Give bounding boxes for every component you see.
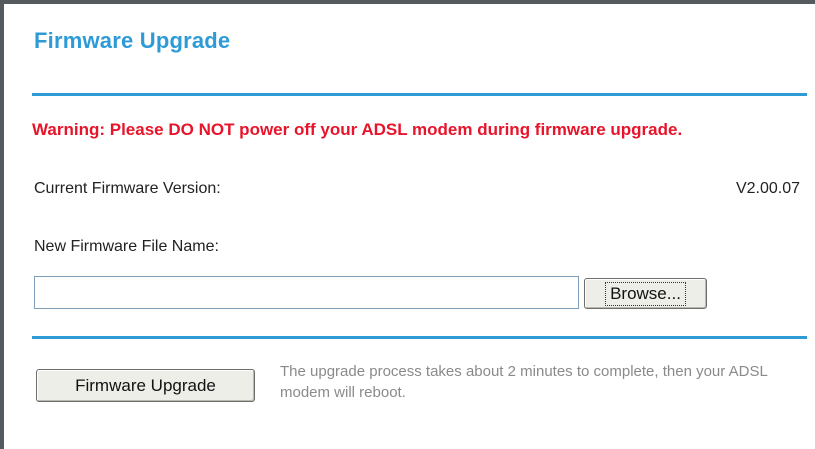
upgrade-note: The upgrade process takes about 2 minute… <box>280 363 768 401</box>
page-title: Firmware Upgrade <box>34 28 231 53</box>
firmware-file-input[interactable] <box>34 276 579 309</box>
new-firmware-label: New Firmware File Name: <box>34 238 219 255</box>
browse-button[interactable]: Browse... <box>584 278 707 309</box>
current-firmware-value: V2.00.07 <box>735 180 800 197</box>
firmware-upgrade-panel: Firmware Upgrade Warning: Please DO NOT … <box>0 0 815 449</box>
firmware-upgrade-button[interactable]: Firmware Upgrade <box>36 369 255 402</box>
divider-top <box>32 93 807 96</box>
divider-bottom <box>32 336 807 339</box>
browse-button-label: Browse... <box>605 281 686 306</box>
current-firmware-label: Current Firmware Version: <box>34 180 221 197</box>
warning-message: Warning: Please DO NOT power off your AD… <box>32 120 683 139</box>
